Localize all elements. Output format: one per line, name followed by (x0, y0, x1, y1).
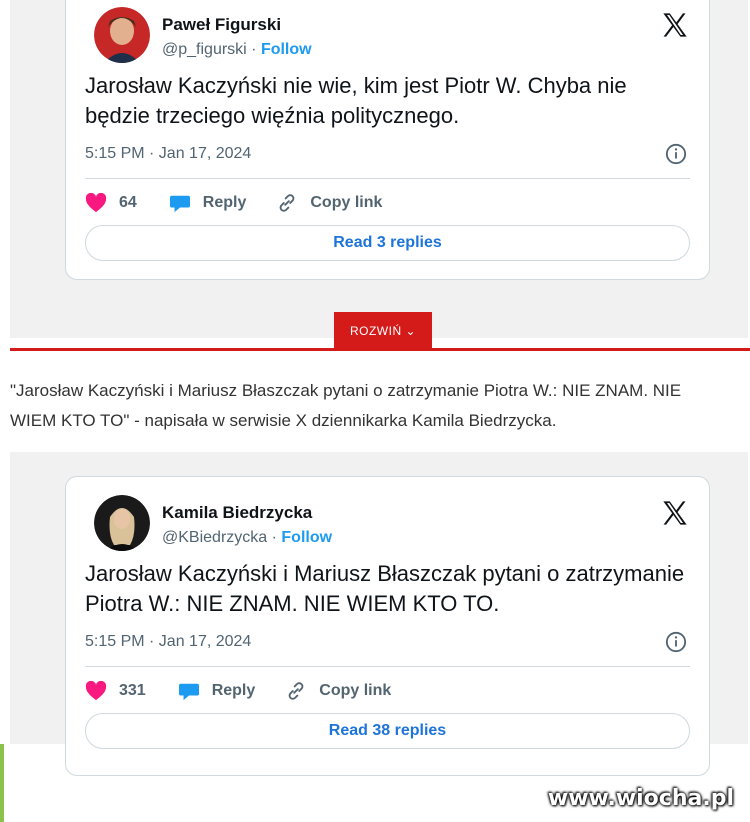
timestamp-link[interactable]: 5:15 PM · Jan 17, 2024 (85, 633, 251, 651)
green-accent-bar (0, 744, 4, 822)
tweet-embed-area: Kamila Biedrzycka @KBiedrzycka · Follow … (10, 452, 748, 776)
handle-row: @KBiedrzycka · Follow (162, 529, 332, 547)
like-count: 64 (119, 194, 137, 211)
info-icon[interactable] (665, 631, 687, 653)
tweet-text: Jarosław Kaczyński nie wie, kim jest Pio… (85, 73, 627, 128)
reply-button[interactable]: Reply (169, 193, 247, 213)
follow-button[interactable]: Follow (261, 41, 312, 58)
copy-link-button[interactable]: Copy link (276, 192, 382, 214)
tweet-embed-area: Paweł Figurski @p_figurski · Follow Jaro… (10, 0, 748, 338)
tweet-actions: 331 Reply Copy link (85, 679, 391, 703)
tweet-card[interactable]: Kamila Biedrzycka @KBiedrzycka · Follow … (65, 476, 710, 776)
heart-icon (85, 681, 107, 701)
info-icon[interactable] (665, 143, 687, 165)
like-button[interactable]: 331 (85, 681, 146, 701)
separator: · (267, 529, 282, 546)
follow-button[interactable]: Follow (281, 529, 332, 546)
x-logo-icon[interactable] (661, 499, 689, 527)
reply-bubble-icon (169, 195, 190, 213)
site-watermark: www.wiocha.pl (547, 786, 734, 811)
avatar[interactable] (94, 7, 150, 63)
reply-label: Reply (211, 682, 256, 699)
author-handle[interactable]: @p_figurski (162, 41, 247, 58)
copy-link-label: Copy link (319, 682, 392, 699)
like-count: 331 (119, 682, 146, 699)
author-name[interactable]: Paweł Figurski (162, 15, 281, 35)
article-text: "Jarosław Kaczyński i Mariusz Błaszczak … (10, 381, 682, 430)
link-icon (288, 682, 304, 700)
copy-link-label: Copy link (310, 194, 383, 211)
read-replies-button[interactable]: Read 3 replies (85, 225, 690, 261)
divider (85, 178, 690, 179)
x-logo-icon[interactable] (661, 11, 689, 39)
reply-bubble-icon (178, 683, 199, 701)
link-icon (280, 194, 295, 212)
copy-link-button[interactable]: Copy link (285, 680, 391, 702)
handle-row: @p_figurski · Follow (162, 41, 312, 59)
heart-icon (85, 193, 107, 213)
author-name[interactable]: Kamila Biedrzycka (162, 503, 312, 523)
read-replies-button[interactable]: Read 38 replies (85, 713, 690, 749)
tweet-actions: 64 Reply Copy link (85, 191, 382, 215)
reply-label: Reply (202, 194, 247, 211)
like-button[interactable]: 64 (85, 193, 137, 213)
author-handle[interactable]: @KBiedrzycka (162, 529, 267, 546)
avatar[interactable] (94, 495, 150, 551)
tweet-text: Jarosław Kaczyński i Mariusz Błaszczak p… (85, 561, 685, 616)
expand-button[interactable]: ROZWIŃ ⌄ (334, 312, 432, 350)
timestamp-link[interactable]: 5:15 PM · Jan 17, 2024 (85, 145, 251, 163)
tweet-card[interactable]: Paweł Figurski @p_figurski · Follow Jaro… (65, 0, 710, 280)
reply-button[interactable]: Reply (178, 681, 256, 701)
divider (85, 666, 690, 667)
separator: · (246, 41, 261, 58)
